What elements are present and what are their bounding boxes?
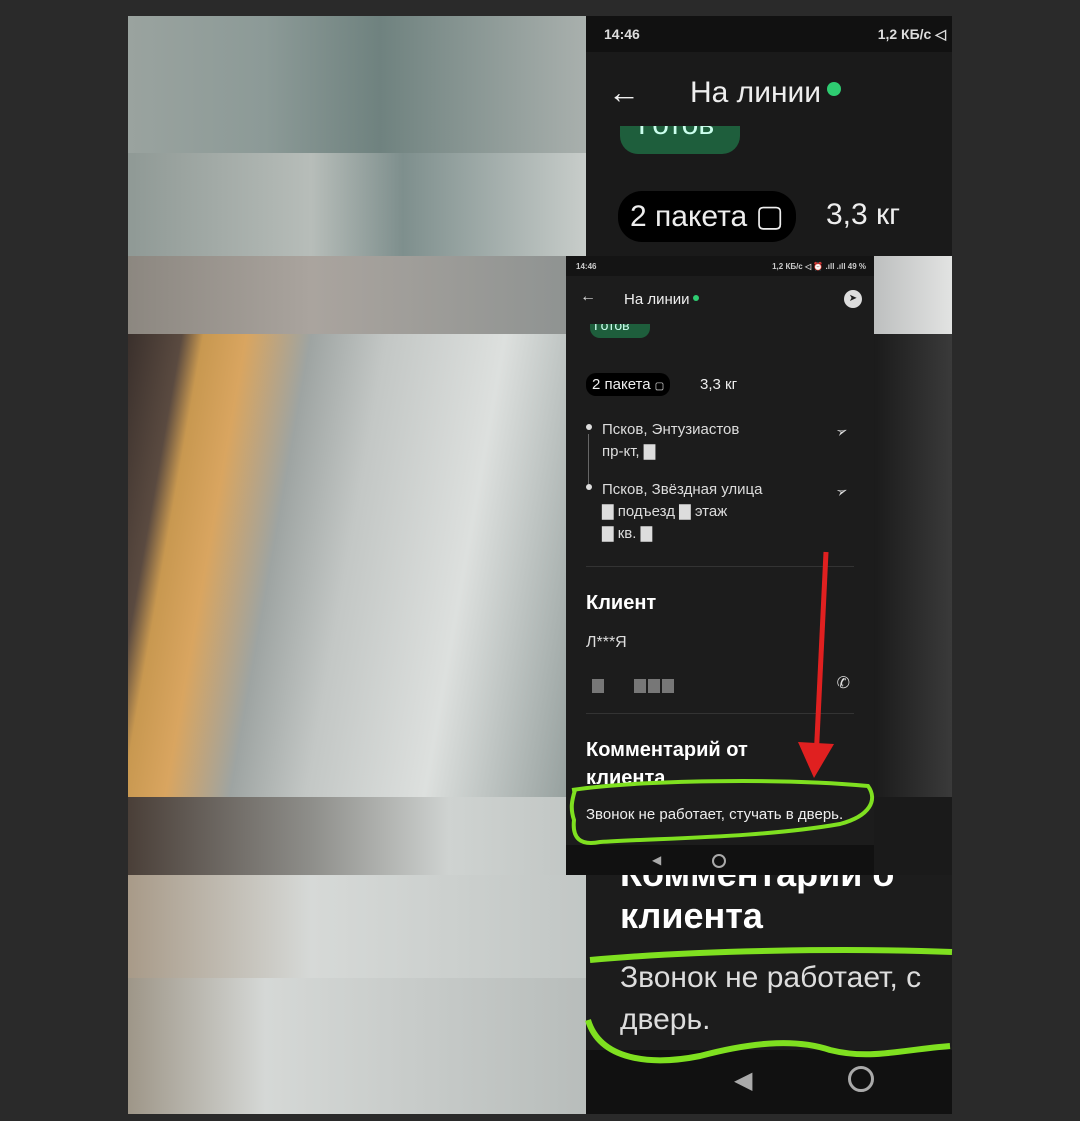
status-bar: 14:46 1,2 КБ/с ◁ ⏰ .ıll .ıll 49 % [566,256,874,276]
status-icons: 1,2 КБ/с ◁ ⏰ .ıll .ıll 49 % [772,262,866,271]
photo-strip [874,797,952,875]
packages-chip[interactable]: 2 пакета ▢ [618,191,796,242]
photo-strip [874,256,952,334]
online-dot-icon [692,295,699,301]
telegram-icon[interactable]: ➤ [844,290,862,308]
nav-back-icon[interactable]: ◀ [652,853,661,867]
collage-frame: 14:46 1,2 КБ/с ◁ ← На линии Готов 2 паке… [128,16,952,1114]
nav-back-icon: ◀ [734,1067,753,1094]
client-section-title: Клиент [586,592,657,614]
comment-line: Звонок не работает, с [620,961,922,994]
comment-title-line: клиента [586,767,666,789]
header-title-text: На линии [690,76,822,109]
client-comment: Звонок не работает, стучать в дверь. [586,806,844,823]
weight-text: 3,3 кг [826,198,901,231]
weight-text: 3,3 кг [700,376,738,393]
comment-title-line: Комментарий от [586,739,748,761]
header-title: На линии [624,291,699,308]
status-time: 14:46 [604,26,640,42]
photo-strip [128,256,586,334]
status-bar: 14:46 1,2 КБ/с ◁ [586,16,952,52]
android-nav-bar: ◀ [566,845,874,875]
status-network: 1,2 КБ/с ◁ [877,26,946,42]
phone-icon[interactable]: ✆ [837,673,850,693]
photo-strip [128,875,586,978]
address-dropoff: Псков, Звёздная улица ▇ подъезд ▇ этаж ▇… [602,479,802,545]
app-header: ← На линии ➤ [566,276,874,324]
comment-line: дверь. [620,1003,711,1036]
arrow-left-icon[interactable]: ← [580,288,596,306]
client-name: Л***Я [586,634,627,651]
route-line [588,434,589,484]
android-nav-bar: ◀ [586,1050,952,1114]
bag-icon: ▢ [654,381,665,392]
nav-home-icon [848,1066,874,1092]
photo-strip [874,334,952,797]
client-phone-masked[interactable] [592,679,676,698]
address-line: пр-кт, ▇ [602,443,656,460]
photo-strip [128,16,586,153]
comment-section-title: Комментарий от клиента [586,736,748,792]
photo-strip [128,797,586,875]
comment-title-line: Комментарии о [620,875,894,895]
address-line: Псков, Звёздная улица [602,481,763,498]
packages-chip[interactable]: 2 пакета ▢ [586,373,671,396]
arrow-left-icon[interactable]: ← [608,74,640,111]
navigate-icon[interactable]: ➢ [834,482,851,502]
comment-title-line: клиента [620,895,763,936]
bag-icon: ▢ [755,200,784,233]
address-line: Псков, Энтузиастов [602,421,740,438]
address-dot-icon [586,484,592,490]
zoomed-header-crop: 14:46 1,2 КБ/с ◁ ← На линии Готов 2 паке… [586,16,952,256]
status-badge-text: Готов [594,324,630,333]
navigate-icon[interactable]: ➢ [834,422,851,442]
nav-home-icon[interactable] [712,854,726,868]
header-title-text: На линии [624,291,690,308]
address-line: ▇ подъезд ▇ этаж [602,503,728,520]
packages-text: 2 пакета [630,200,748,233]
photo-strip [128,153,586,256]
address-dot-icon [586,424,592,430]
photo-strip [128,334,586,797]
client-comment: Звонок не работает, с дверь. [620,957,952,1041]
address-pickup: Псков, Энтузиастов пр-кт, ▇ [602,419,802,463]
divider [586,713,854,714]
packages-text: 2 пакета [592,376,651,393]
zoomed-comment-crop: Комментарии о клиента Звонок не работает… [586,875,952,1114]
address-line: ▇ кв. ▇ [602,525,653,542]
divider [586,566,854,567]
header-title: На линии [690,76,842,110]
status-badge: Готов [620,126,740,154]
photo-strip [128,978,586,1114]
phone-screen: 14:46 1,2 КБ/с ◁ ⏰ .ıll .ıll 49 % ← На л… [566,256,874,875]
online-dot-icon [827,82,842,96]
status-badge: Готов [590,324,650,338]
status-time: 14:46 [576,262,597,271]
status-badge-text: Готов [638,126,714,142]
